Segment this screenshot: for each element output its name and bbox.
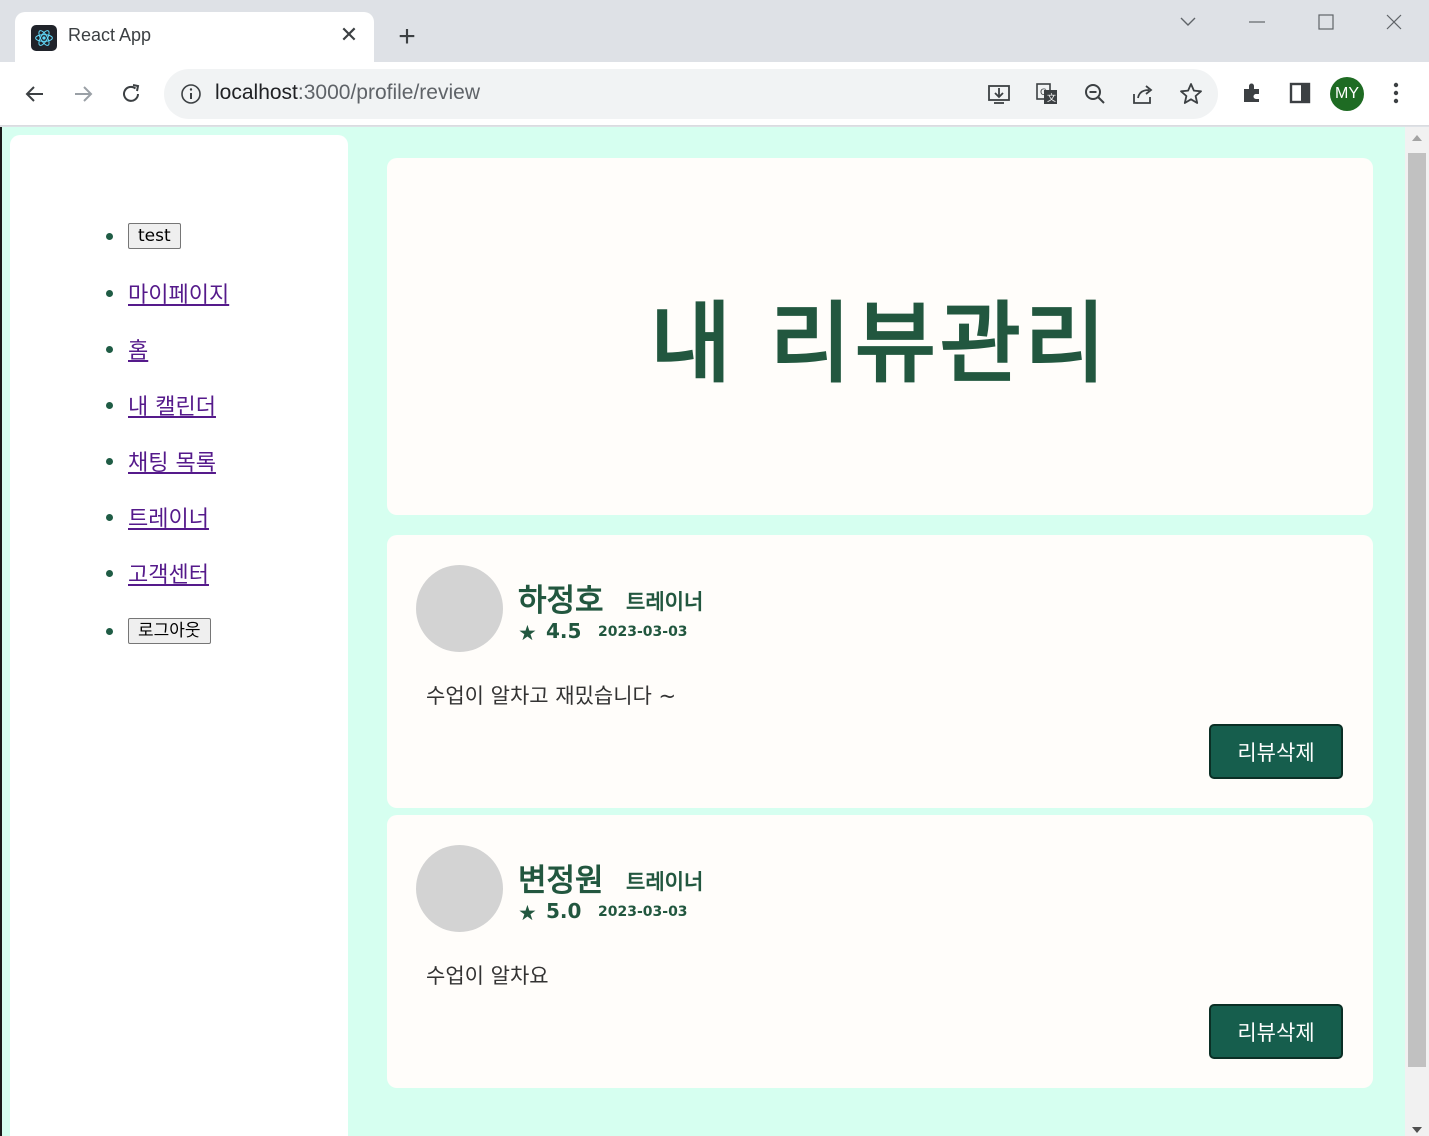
install-app-icon[interactable] [986,81,1012,107]
trainer-name: 변정원 [518,863,604,899]
vertical-scrollbar[interactable] [1405,127,1429,1136]
review-date: 2023-03-03 [598,624,688,640]
mypage-link[interactable]: 마이페이지 [128,277,229,309]
more-menu-icon[interactable] [1381,78,1411,108]
sidebar: test 마이페이지 홈 내 캘린더 채팅 목록 트레이너 고객센터 로그아웃 [10,135,348,1136]
zoom-out-icon[interactable] [1082,81,1108,107]
maximize-icon[interactable] [1312,8,1340,36]
title-card: 내 리뷰관리 [387,158,1373,515]
translate-icon[interactable]: G文 [1034,81,1060,107]
menu-item-chat-list: 채팅 목록 [106,445,216,477]
forward-arrow-icon[interactable] [67,78,99,110]
reload-icon[interactable] [115,78,147,110]
reviewer-avatar [416,565,503,652]
minimize-icon[interactable] [1243,8,1271,36]
scroll-down-arrow-icon[interactable] [1412,1127,1422,1133]
svg-text:G: G [1040,88,1047,98]
new-tab-button[interactable]: + [392,20,422,53]
site-info-icon[interactable] [180,83,202,105]
page-title: 내 리뷰관리 [650,292,1110,395]
address-bar[interactable]: localhost:3000/profile/review G文 [164,69,1218,119]
trainer-link[interactable]: 트레이너 [128,501,209,533]
support-link[interactable]: 고객센터 [128,557,209,589]
share-icon[interactable] [1130,81,1156,107]
extensions-icon[interactable] [1237,78,1267,108]
review-rating: 4.5 [546,619,582,643]
tab-close-icon[interactable]: ✕ [336,22,362,48]
page-viewport: test 마이페이지 홈 내 캘린더 채팅 목록 트레이너 고객센터 로그아웃 [0,127,1429,1136]
close-window-icon[interactable] [1380,8,1408,36]
menu-item-test: test [106,220,181,252]
star-icon: ★ [518,621,537,645]
star-icon: ★ [518,901,537,925]
review-content: 수업이 알차고 재밌습니다 ~ [426,684,677,708]
delete-review-button[interactable]: 리뷰삭제 [1209,1004,1343,1059]
review-rating: 5.0 [546,899,582,923]
delete-review-button[interactable]: 리뷰삭제 [1209,724,1343,779]
react-logo-icon [31,25,57,51]
browser-tab[interactable]: React App ✕ [15,12,374,62]
tab-search-icon[interactable] [1174,8,1202,36]
review-card: 하정호 트레이너 ★ 4.5 2023-03-03 수업이 알차고 재밌습니다 … [387,535,1373,808]
tab-title: React App [68,25,152,45]
url-text[interactable]: localhost:3000/profile/review [215,81,480,105]
reviewer-avatar [416,845,503,932]
svg-text:文: 文 [1047,92,1056,104]
side-panel-icon[interactable] [1285,78,1315,108]
trainer-role: 트레이너 [626,590,704,614]
trainer-role: 트레이너 [626,870,704,894]
bookmark-star-icon[interactable] [1178,81,1204,107]
url-path: :3000/profile/review [297,81,480,104]
trainer-name: 하정호 [518,583,604,619]
menu-item-support: 고객센터 [106,557,209,589]
review-content: 수업이 알차요 [426,964,549,988]
scroll-up-arrow-icon[interactable] [1412,135,1422,141]
url-host: localhost [215,81,298,104]
logout-button[interactable]: 로그아웃 [128,618,211,644]
back-arrow-icon[interactable] [19,78,51,110]
menu-item-trainer: 트레이너 [106,501,209,533]
menu-item-home: 홈 [106,333,148,365]
chat-list-link[interactable]: 채팅 목록 [128,445,216,477]
menu-item-logout: 로그아웃 [106,615,211,647]
review-date: 2023-03-03 [598,904,688,920]
browser-toolbar: localhost:3000/profile/review G文 MY [0,62,1429,126]
test-button[interactable]: test [128,223,181,249]
menu-item-calendar: 내 캘린더 [106,389,216,421]
home-link[interactable]: 홈 [128,333,148,365]
window-edge [0,127,2,1136]
scrollbar-thumb[interactable] [1408,153,1426,1067]
calendar-link[interactable]: 내 캘린더 [128,389,216,421]
menu-item-mypage: 마이페이지 [106,277,229,309]
tab-strip: React App ✕ + [0,0,1429,62]
profile-avatar[interactable]: MY [1330,77,1364,111]
review-card: 변정원 트레이너 ★ 5.0 2023-03-03 수업이 알차요 리뷰삭제 [387,815,1373,1088]
